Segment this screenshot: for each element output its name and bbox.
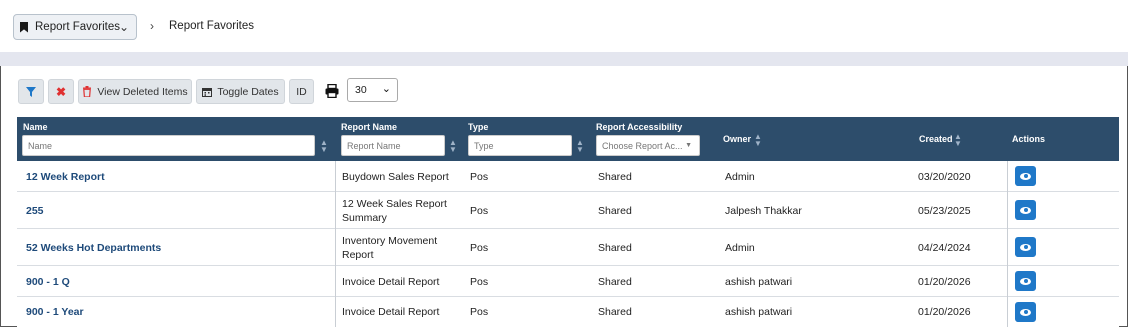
report-owner: ashish patwari [725,306,793,318]
sort-icon[interactable]: ▲ ▼ [754,133,762,148]
report-type-name-line2: Summary [342,212,387,224]
report-type-name: Buydown Sales Report [342,170,449,183]
column-divider [335,161,336,327]
report-accessibility: Shared [598,204,632,217]
column-header-type[interactable]: Type [468,122,488,132]
report-created-date: 05/23/2025 [918,204,971,217]
id-toggle-label: ID [296,85,307,98]
report-favorites-dropdown[interactable]: Report Favorites ⌄ [13,14,137,40]
table-header: Name Name ▲ ▼ Report Name Report Name ▲ ▼ … [17,117,1119,161]
report-owner: Jalpesh Thakkar [725,204,802,217]
report-type-name: Inventory Movement [342,235,438,247]
report-owner: ashish patwari [725,275,793,288]
eye-icon [1020,206,1031,214]
report-type-name: 12 Week Sales Report [342,198,447,210]
report-type: Pos [470,170,489,183]
report-created-date: 04/24/2024 [918,241,971,254]
chevron-right-icon: › [150,19,154,33]
chevron-down-icon: ⌄ [381,83,391,95]
calendar-icon [202,87,213,97]
filter-button[interactable] [18,79,44,104]
view-deleted-items-button[interactable]: View Deleted Items [78,79,192,104]
sort-icon[interactable]: ▲ ▼ [576,139,584,154]
eye-icon [1020,308,1031,316]
report-type-name: Invoice Detail Report [342,275,440,288]
report-owner: Admin [725,241,755,254]
view-button[interactable] [1015,237,1036,257]
sort-icon[interactable]: ▲ ▼ [449,139,457,154]
name-filter-placeholder: Name [28,140,53,151]
report-name-filter-input[interactable]: Report Name [341,135,445,156]
chevron-down-icon: ⌄ [118,20,129,34]
column-header-name[interactable]: Name [23,122,48,132]
breadcrumb-current: Report Favorites [169,20,255,32]
column-header-actions: Actions [1012,134,1046,144]
view-button[interactable] [1015,302,1036,322]
trash-icon [83,86,92,97]
report-name-filter-placeholder: Report Name [347,140,401,151]
accessibility-filter-placeholder: Choose Report Ac... [602,140,683,151]
report-type: Pos [470,204,489,217]
page-size-select[interactable]: 30 ⌄ [347,78,398,102]
report-type: Pos [470,275,489,288]
column-header-created[interactable]: Created [919,134,953,144]
report-type-name: Invoice Detail Report [342,306,440,318]
table-row: 900 - 1 Year Invoice Detail Report Pos S… [17,297,1119,327]
report-name-link[interactable]: 12 Week Report [26,161,105,192]
table-row: 900 - 1 Q Invoice Detail Report Pos Shar… [17,266,1119,297]
eye-icon [1020,172,1031,180]
eye-icon [1020,277,1031,285]
view-deleted-items-label: View Deleted Items [97,85,188,98]
report-accessibility: Shared [598,241,632,254]
report-type-name-line2: Report [342,249,374,261]
type-filter-input[interactable]: Type [468,135,572,156]
table-row: 255 12 Week Sales Report Summary Pos Sha… [17,192,1119,229]
report-name-link[interactable]: 900 - 1 Q [26,266,70,297]
close-icon: ✖ [55,84,67,99]
accessibility-filter-select[interactable]: Choose Report Ac... ▼ [596,135,700,156]
name-filter-input[interactable]: Name [22,135,315,156]
report-name-link[interactable]: 255 [26,192,44,229]
caret-down-icon: ▼ [685,142,692,149]
report-created-date: 01/20/2026 [918,275,971,288]
report-favorites-dropdown-label: Report Favorites [35,21,121,33]
report-type: Pos [470,306,489,318]
toggle-dates-button[interactable]: Toggle Dates [196,79,285,104]
table-row: 52 Weeks Hot Departments Inventory Movem… [17,229,1119,266]
print-icon[interactable] [325,84,339,98]
page-size-value: 30 [355,84,367,96]
clear-filter-button[interactable]: ✖ [48,79,74,104]
top-bar: Report Favorites ⌄ › Report Favorites [0,0,1128,52]
report-owner: Admin [725,170,755,183]
sort-icon[interactable]: ▲ ▼ [320,139,328,154]
table-row: 12 Week Report Buydown Sales Report Pos … [17,161,1119,192]
view-button[interactable] [1015,166,1036,186]
header-separator-band [0,52,1128,66]
column-divider [1007,161,1008,327]
column-header-report-accessibility[interactable]: Report Accessibility [596,122,682,132]
report-accessibility: Shared [598,275,632,288]
filter-icon [26,86,36,97]
id-toggle-button[interactable]: ID [289,79,314,104]
view-button[interactable] [1015,271,1036,291]
column-header-report-name[interactable]: Report Name [341,122,397,132]
report-type: Pos [470,241,489,254]
view-button[interactable] [1015,200,1036,220]
toggle-dates-label: Toggle Dates [217,85,279,98]
eye-icon [1020,243,1031,251]
sort-icon[interactable]: ▲ ▼ [954,133,962,148]
type-filter-placeholder: Type [474,140,494,151]
report-name-link[interactable]: 900 - 1 Year [26,297,84,327]
report-accessibility: Shared [598,306,632,318]
report-created-date: 01/20/2026 [918,306,971,318]
column-header-owner[interactable]: Owner [723,134,751,144]
bookmark-icon [20,21,28,33]
report-created-date: 03/20/2020 [918,170,971,183]
report-accessibility: Shared [598,170,632,183]
report-name-link[interactable]: 52 Weeks Hot Departments [26,229,161,266]
